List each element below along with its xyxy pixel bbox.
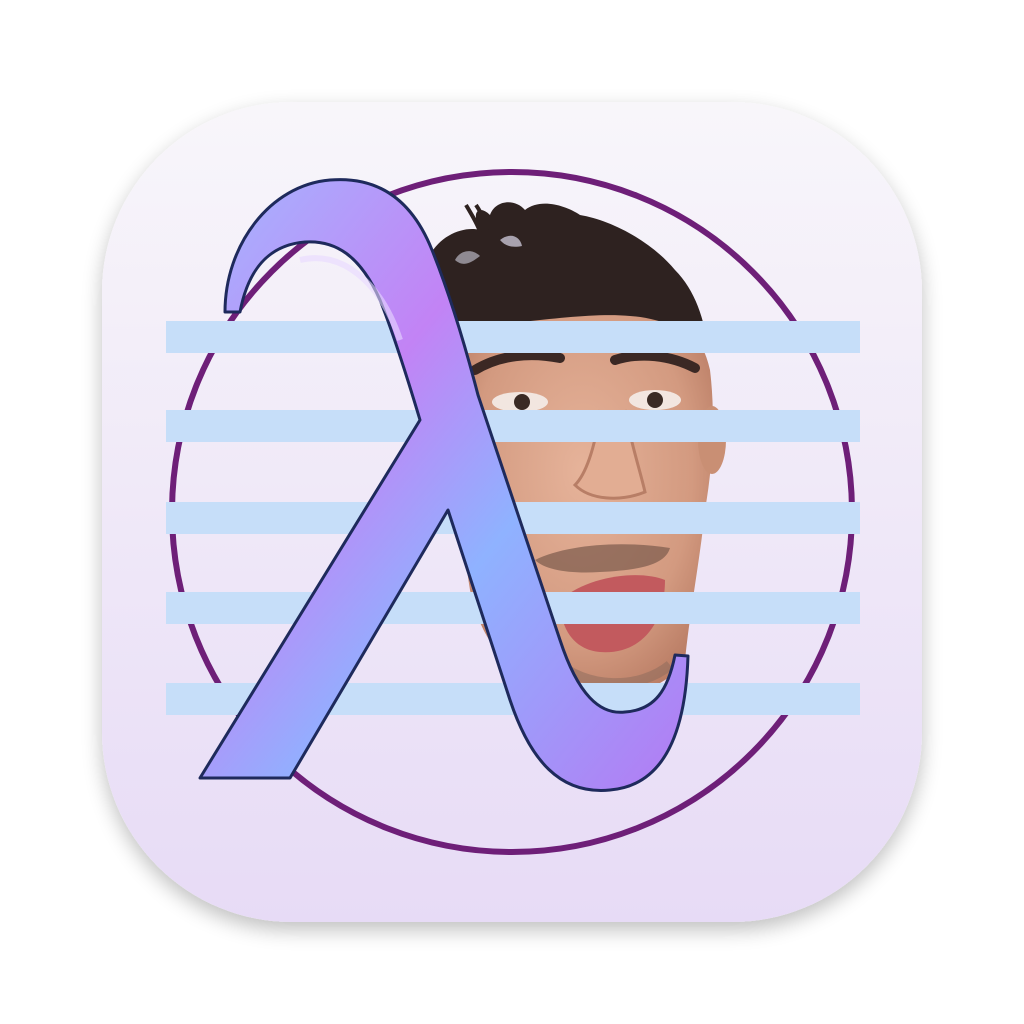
stripe-1 xyxy=(166,321,860,353)
app-icon-artwork xyxy=(102,102,922,922)
stripe-2 xyxy=(166,410,860,442)
app-icon xyxy=(0,0,1024,1024)
